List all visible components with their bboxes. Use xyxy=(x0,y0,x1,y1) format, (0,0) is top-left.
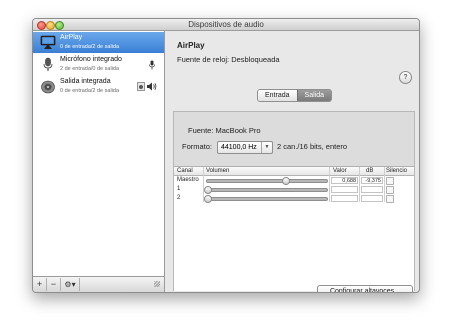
output-settings-panel: Fuente: MacBook Pro Formato: 44100,0 Hz … xyxy=(173,111,415,291)
table-row: Maestro 0,688 -9,375 xyxy=(174,176,414,185)
remove-device-button[interactable]: − xyxy=(47,278,61,291)
device-item-built-in-output[interactable]: Salida integrada 0 de entrada/2 de salid… xyxy=(33,76,164,97)
input-device-indicator-icon xyxy=(149,60,155,70)
add-device-button[interactable]: + xyxy=(33,278,47,291)
chevron-down-icon: ▼ xyxy=(261,142,272,153)
volume-slider[interactable] xyxy=(206,177,328,185)
device-detail-pane: AirPlay Fuente de reloj: Desbloqueada ? … xyxy=(165,31,419,292)
channel-name: 1 xyxy=(177,186,181,192)
mute-checkbox[interactable] xyxy=(386,177,394,185)
volume-speaker-icon xyxy=(147,82,157,91)
tab-output[interactable]: Salida xyxy=(296,90,331,101)
table-row: 1 xyxy=(174,185,414,194)
volume-slider[interactable] xyxy=(204,186,328,194)
format-label: Formato: xyxy=(182,142,213,151)
device-list: AirPlay 0 de entrada/2 de salida Micrófo… xyxy=(33,31,165,276)
clock-source-label: Fuente de reloj: Desbloqueada xyxy=(177,55,280,64)
format-description: 2 can./16 bits, entero xyxy=(277,142,348,151)
volume-slider-knob[interactable] xyxy=(282,177,291,185)
microphone-icon xyxy=(43,57,53,71)
speaker-icon xyxy=(41,80,55,94)
device-name: AirPlay xyxy=(60,34,83,41)
channel-name: 2 xyxy=(177,195,181,201)
value-field[interactable] xyxy=(331,195,358,202)
resize-grip-icon[interactable] xyxy=(154,281,160,287)
window-title: Dispositivos de audio xyxy=(188,20,264,29)
column-header-value: Valor xyxy=(333,168,347,174)
mute-checkbox[interactable] xyxy=(386,186,394,194)
channel-name: Maestro xyxy=(177,177,199,183)
value-field[interactable]: 0,688 xyxy=(331,177,358,184)
sample-rate-value: 44100,0 Hz xyxy=(221,144,257,151)
audio-devices-window: Dispositivos de audio AirPlay 0 de entra… xyxy=(32,18,420,293)
db-field[interactable] xyxy=(361,195,383,202)
sidebar-toolbar: + − ⚙▾ xyxy=(33,276,165,292)
device-io-count: 0 de entrada/2 de salida xyxy=(60,88,120,94)
mute-checkbox[interactable] xyxy=(386,195,394,203)
device-io-count: 0 de entrada/2 de salida xyxy=(60,44,120,50)
column-header-mute: Silencio xyxy=(386,168,408,174)
column-header-channel: Canal xyxy=(177,168,193,174)
tab-input[interactable]: Entrada xyxy=(258,90,297,101)
tab-bar: Entrada Salida xyxy=(257,89,332,102)
column-header-volume: Volumen xyxy=(206,168,230,174)
table-row: 2 xyxy=(174,194,414,203)
device-item-airplay[interactable]: AirPlay 0 de entrada/2 de salida xyxy=(33,32,164,53)
system-output-icon xyxy=(137,82,145,91)
gear-menu-button[interactable]: ⚙▾ xyxy=(61,278,80,291)
channel-volume-table: Canal Volumen Valor dB Silencio Maestro … xyxy=(174,166,414,291)
device-item-microphone[interactable]: Micrófono integrado 2 de entrada/0 de sa… xyxy=(33,54,164,75)
device-io-count: 2 de entrada/0 de salida xyxy=(60,66,120,72)
airplay-icon xyxy=(40,35,56,49)
source-label: Fuente: MacBook Pro xyxy=(188,126,261,135)
device-name: Micrófono integrado xyxy=(60,56,122,63)
table-header: Canal Volumen Valor dB Silencio xyxy=(174,167,414,176)
db-field[interactable] xyxy=(361,186,383,193)
sample-rate-select[interactable]: 44100,0 Hz ▼ xyxy=(217,141,273,154)
device-name: Salida integrada xyxy=(60,78,111,85)
configure-speakers-button[interactable]: Configurar altavoces... xyxy=(317,285,413,292)
device-title: AirPlay xyxy=(177,41,205,50)
volume-slider-knob[interactable] xyxy=(204,186,212,194)
value-field[interactable] xyxy=(331,186,358,193)
column-header-db: dB xyxy=(366,168,374,174)
volume-slider-knob[interactable] xyxy=(204,195,212,203)
help-button[interactable]: ? xyxy=(399,71,412,84)
db-field[interactable]: -9,375 xyxy=(361,177,383,184)
title-bar: Dispositivos de audio xyxy=(33,19,419,31)
volume-slider[interactable] xyxy=(204,195,328,203)
